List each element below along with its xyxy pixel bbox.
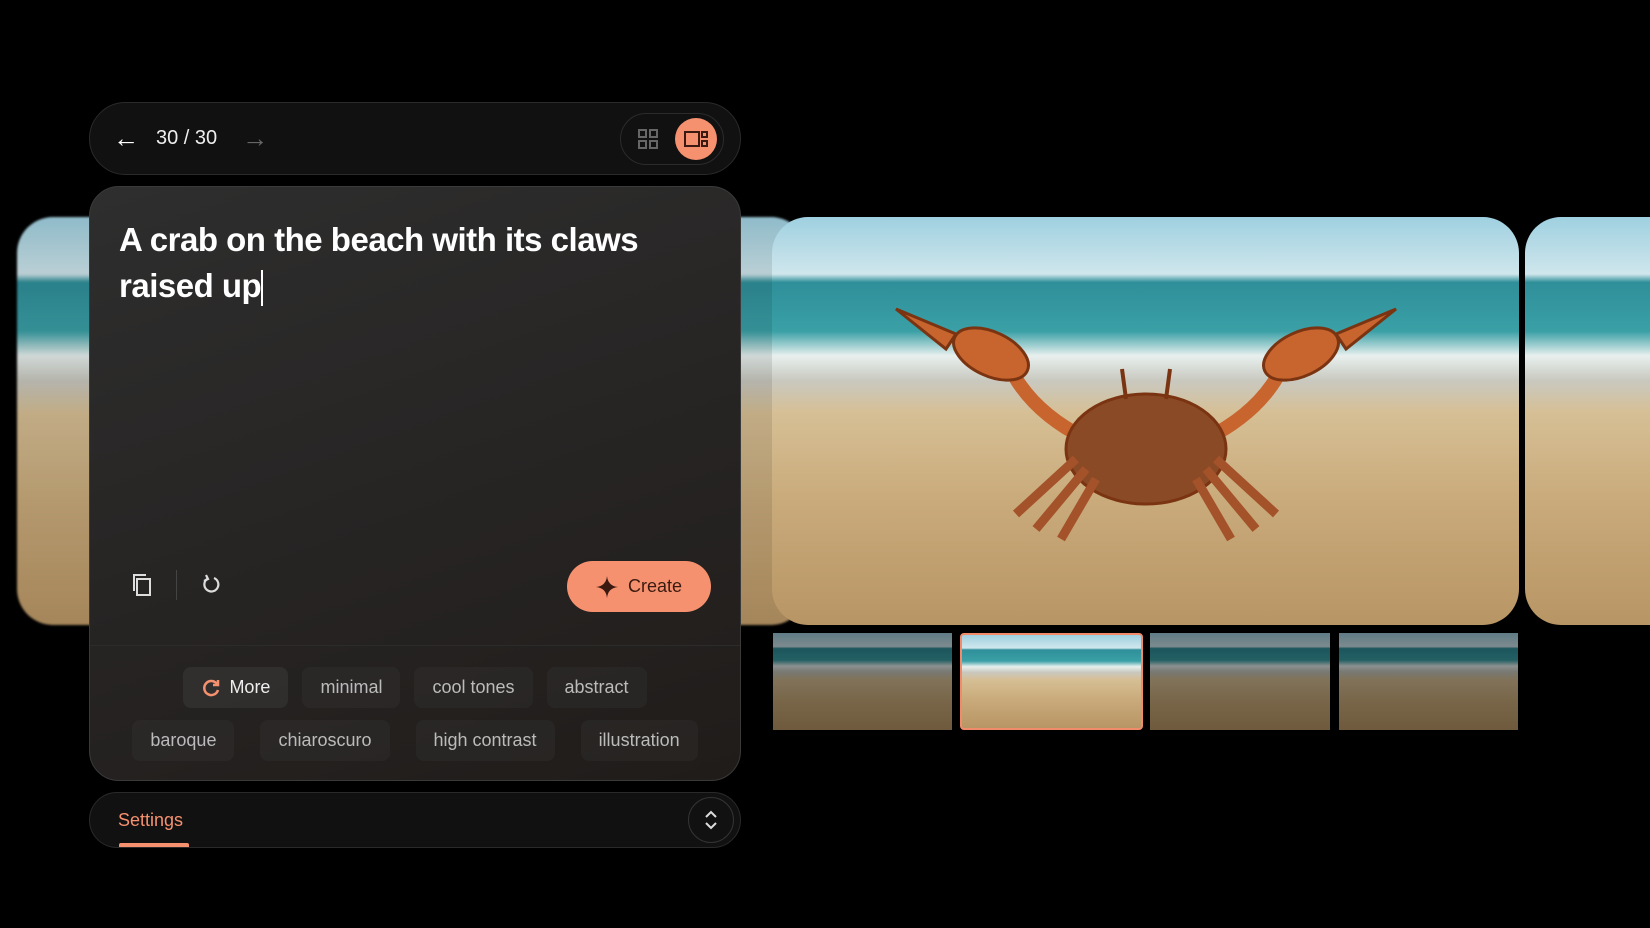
thumbnail-2-selected[interactable] [960, 633, 1143, 730]
chip-baroque[interactable]: baroque [132, 720, 234, 761]
next-image-preview[interactable] [1525, 217, 1650, 625]
arrow-right-icon[interactable]: → [235, 123, 275, 154]
reset-icon [203, 574, 220, 593]
prompt-panel: A crab on the beach with its claws raise… [89, 186, 741, 781]
refresh-icon [203, 679, 220, 696]
chip-chiaroscuro[interactable]: chiaroscuro [260, 720, 389, 761]
prompt-input[interactable]: A crab on the beach with its claws raise… [119, 217, 679, 309]
more-label: More [229, 677, 271, 697]
grid-view-button[interactable] [627, 118, 669, 160]
generated-image [772, 217, 1519, 625]
create-label: Create [627, 576, 683, 596]
detail-view-icon [684, 130, 708, 147]
settings-bar[interactable]: Settings [89, 792, 741, 848]
navigation-bar: ← 30 / 30 → [89, 102, 741, 175]
create-button[interactable]: Create [567, 561, 711, 612]
expand-settings-button[interactable] [688, 797, 734, 843]
chip-abstract[interactable]: abstract [547, 667, 647, 708]
panel-divider [90, 645, 740, 646]
chip-high-contrast[interactable]: high contrast [416, 720, 555, 761]
thumbnail-3[interactable] [1150, 633, 1330, 730]
chevron-up-down-icon [705, 810, 717, 830]
prompt-text: A crab on the beach with its claws raise… [119, 221, 639, 304]
detail-view-button[interactable] [675, 117, 717, 160]
style-suggestions: More minimal cool tones abstract baroque… [90, 667, 740, 773]
arrow-left-icon[interactable]: ← [106, 123, 146, 154]
reset-button[interactable] [191, 565, 231, 605]
thumbnail-1[interactable] [773, 633, 952, 730]
chip-cool-tones[interactable]: cool tones [414, 667, 532, 708]
sparkle-icon [595, 575, 618, 598]
copy-icon [133, 574, 151, 596]
settings-tab[interactable]: Settings [118, 810, 183, 831]
thumbnail-4[interactable] [1339, 633, 1518, 730]
toolbar-divider [176, 570, 177, 600]
chip-minimal[interactable]: minimal [302, 667, 400, 708]
image-counter: 30 / 30 [156, 127, 218, 149]
copy-button[interactable] [122, 565, 162, 605]
settings-tab-indicator [119, 843, 189, 847]
more-suggestions-button[interactable]: More [183, 667, 289, 708]
grid-view-icon [638, 128, 658, 149]
text-caret [261, 270, 264, 307]
view-switcher [620, 112, 724, 165]
chip-illustration[interactable]: illustration [581, 720, 698, 761]
crab-image [894, 307, 1397, 542]
